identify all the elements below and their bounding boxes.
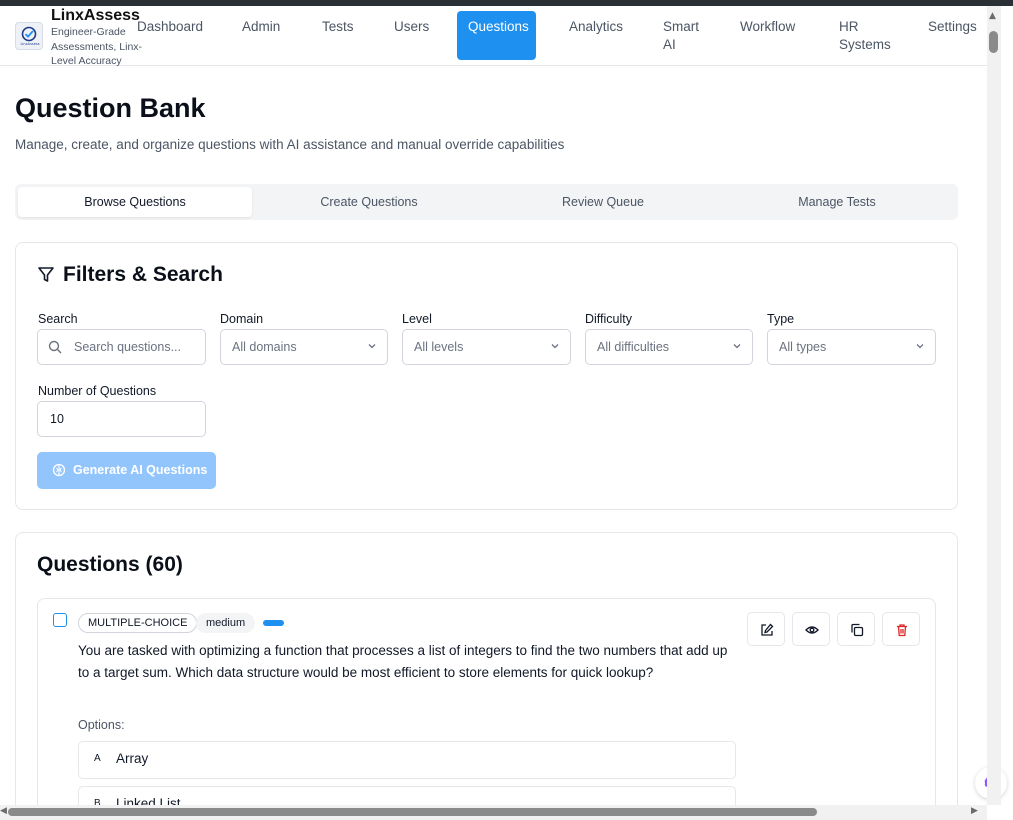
domain-label: Domain <box>220 312 264 326</box>
generate-ai-questions-button[interactable]: Generate AI Questions <box>37 452 216 489</box>
vertical-scroll-thumb[interactable] <box>989 31 998 53</box>
logo-text: LinxAssess <box>20 42 40 46</box>
page-title: Question Bank <box>15 93 206 123</box>
check-circle-icon <box>21 26 37 42</box>
vertical-scrollbar[interactable] <box>987 6 1001 805</box>
brand-tagline: Engineer-Grade Assessments, Linx-Level A… <box>51 26 143 67</box>
duplicate-button[interactable] <box>837 612 875 646</box>
horizontal-scroll-thumb[interactable] <box>8 808 817 816</box>
brain-icon <box>52 463 66 477</box>
chevron-down-icon <box>367 330 377 364</box>
search-icon <box>48 340 62 354</box>
eye-icon <box>805 626 819 634</box>
option-item: A Array <box>78 741 736 779</box>
level-label: Level <box>402 312 432 326</box>
type-label: Type <box>767 312 795 326</box>
option-letter: A <box>94 753 101 764</box>
copy-icon <box>851 623 864 637</box>
scroll-left-arrow-icon[interactable]: ◀ <box>0 806 7 816</box>
edit-button[interactable] <box>747 612 785 646</box>
edit-icon <box>761 623 774 636</box>
tab-review-queue[interactable]: Review Queue <box>486 187 720 217</box>
preview-button[interactable] <box>792 612 830 646</box>
level-value: All levels <box>414 340 464 354</box>
scroll-right-arrow-icon[interactable]: ▶ <box>971 806 978 816</box>
domain-value: All domains <box>232 340 297 354</box>
nav-workflow[interactable]: Workflow <box>740 11 795 60</box>
option-text: Array <box>116 751 149 766</box>
options-label: Options: <box>78 718 125 732</box>
status-badge <box>263 620 284 626</box>
chevron-down-icon <box>915 330 925 364</box>
tab-manage-tests[interactable]: Manage Tests <box>720 187 954 217</box>
tab-create-questions[interactable]: Create Questions <box>252 187 486 217</box>
question-count-input[interactable]: 10 <box>37 401 206 437</box>
nav-questions[interactable]: Questions <box>457 11 536 60</box>
question-type-badge: MULTIPLE-CHOICE <box>78 613 198 633</box>
filters-title: Filters & Search <box>63 263 223 286</box>
nav-smart-ai[interactable]: Smart AI <box>663 11 705 60</box>
domain-select[interactable]: All domains <box>220 329 388 365</box>
search-label: Search <box>38 312 78 326</box>
generate-ai-questions-label: Generate AI Questions <box>73 463 208 477</box>
difficulty-select[interactable]: All difficulties <box>585 329 753 365</box>
nav-admin[interactable]: Admin <box>242 11 280 60</box>
question-tabs: Browse Questions Create Questions Review… <box>15 184 958 220</box>
difficulty-label: Difficulty <box>585 312 633 326</box>
nav-users[interactable]: Users <box>394 11 429 60</box>
type-value: All types <box>779 340 827 354</box>
tab-browse-questions[interactable]: Browse Questions <box>18 187 252 217</box>
type-select[interactable]: All types <box>767 329 936 365</box>
question-text: You are tasked with optimizing a functio… <box>78 643 728 680</box>
level-select[interactable]: All levels <box>402 329 571 365</box>
difficulty-value: All difficulties <box>597 340 670 354</box>
trash-icon <box>897 624 907 637</box>
scroll-up-arrow-icon[interactable]: ▲ <box>989 11 996 21</box>
search-placeholder: Search questions... <box>74 340 182 354</box>
filter-icon <box>38 267 54 282</box>
nav-settings[interactable]: Settings <box>928 11 977 60</box>
questions-heading: Questions (60) <box>37 553 183 576</box>
difficulty-badge: medium <box>196 613 256 633</box>
search-input[interactable]: Search questions... <box>37 329 206 365</box>
app-header: LinxAssess LinxAssess Engineer-Grade Ass… <box>0 6 987 67</box>
delete-button[interactable] <box>882 612 920 646</box>
nav-hr-systems[interactable]: HR Systems <box>839 11 895 60</box>
chevron-down-icon <box>732 330 742 364</box>
nav-analytics[interactable]: Analytics <box>569 11 623 60</box>
question-count-label: Number of Questions <box>38 384 157 398</box>
question-select-checkbox[interactable] <box>53 613 67 627</box>
brand-name: LinxAssess <box>51 7 140 24</box>
nav-dashboard[interactable]: Dashboard <box>137 11 203 60</box>
nav-tests[interactable]: Tests <box>322 11 354 60</box>
chevron-down-icon <box>550 330 560 364</box>
app-logo[interactable]: LinxAssess <box>15 22 43 50</box>
page-subtitle: Manage, create, and organize questions w… <box>15 137 565 152</box>
